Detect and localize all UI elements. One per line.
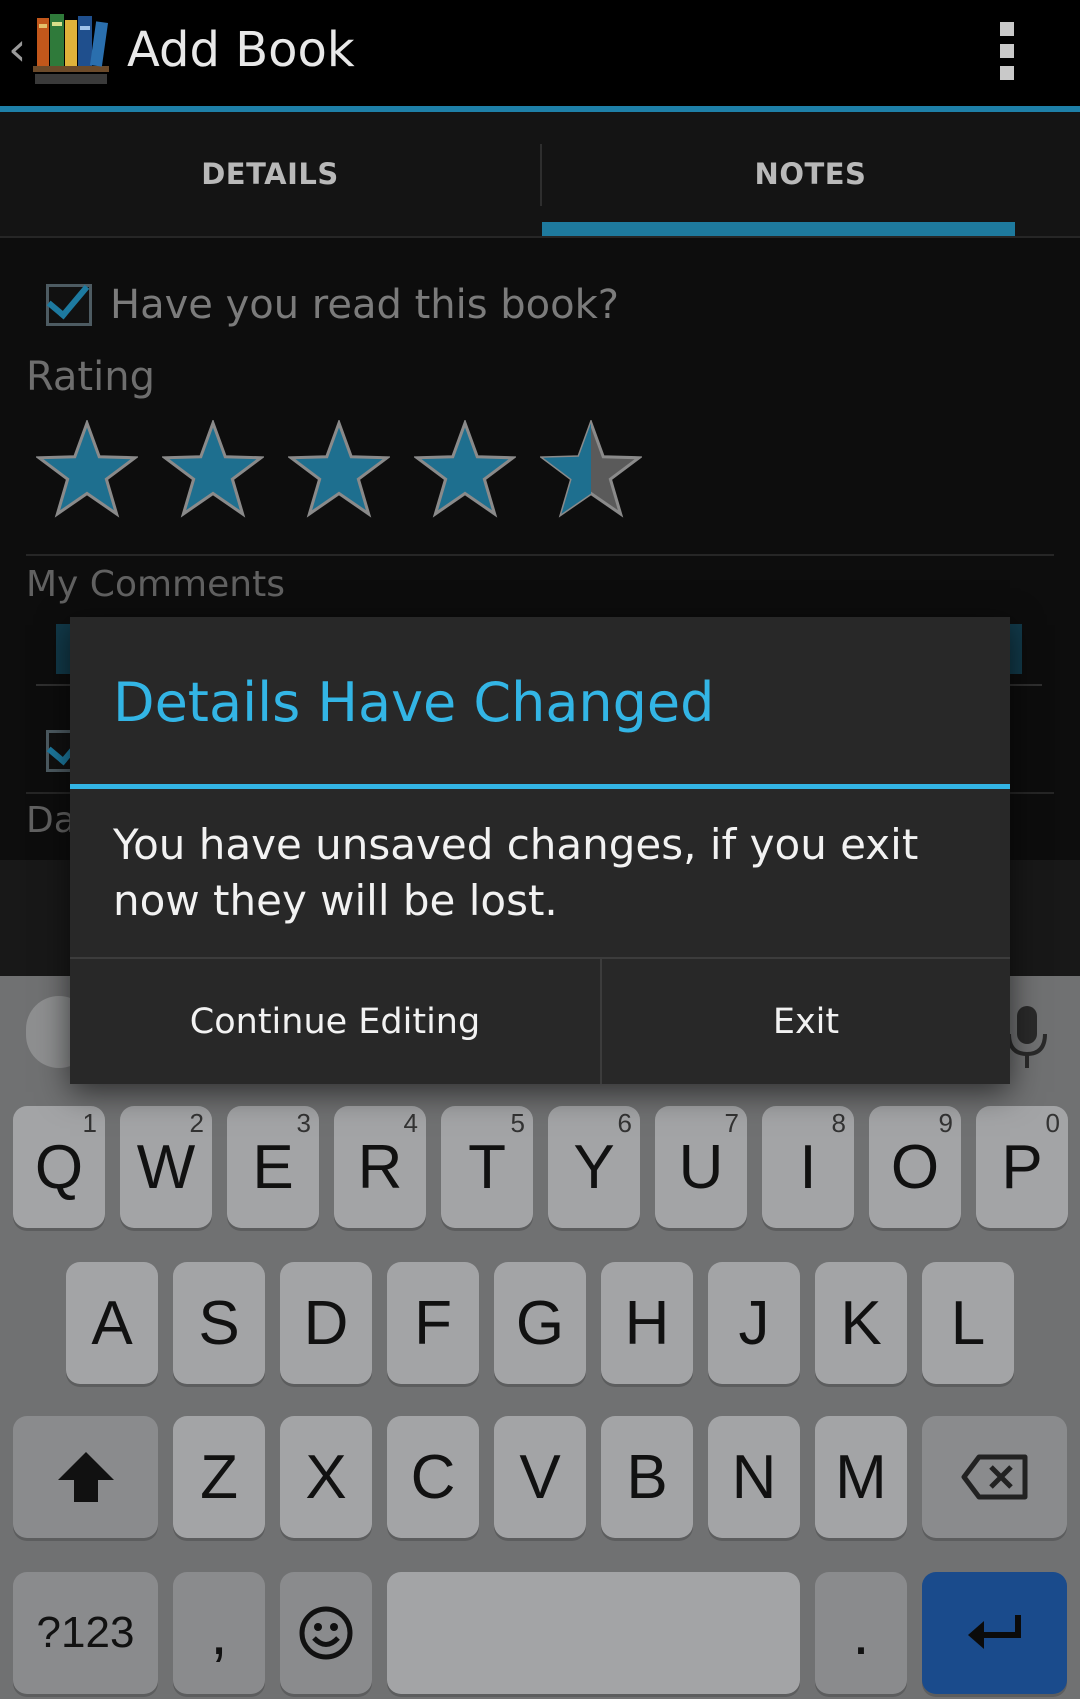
key-e[interactable]: E3 (227, 1106, 319, 1228)
rating-label: Rating (26, 354, 155, 400)
key-d[interactable]: D (280, 1262, 372, 1384)
key-p[interactable]: P0 (976, 1106, 1068, 1228)
tab-bar: DETAILS NOTES (0, 112, 1080, 238)
overflow-menu-icon[interactable] (995, 22, 1019, 80)
enter-key[interactable] (922, 1572, 1067, 1694)
key-m[interactable]: M (815, 1416, 907, 1538)
key-r[interactable]: R4 (334, 1106, 426, 1228)
key-v[interactable]: V (494, 1416, 586, 1538)
backspace-key[interactable] (922, 1416, 1067, 1538)
star-icon[interactable] (36, 420, 138, 518)
action-bar: ‹ Add Book (0, 0, 1080, 106)
app-logo-icon[interactable] (33, 10, 109, 88)
comma-key[interactable]: , (173, 1572, 265, 1694)
key-l[interactable]: L (922, 1262, 1014, 1384)
key-s[interactable]: S (173, 1262, 265, 1384)
date-label: Da (26, 800, 76, 841)
key-j[interactable]: J (708, 1262, 800, 1384)
tab-details[interactable]: DETAILS (0, 112, 540, 236)
period-key[interactable]: . (815, 1572, 907, 1694)
dialog-title-divider (70, 784, 1010, 789)
divider (26, 554, 1054, 556)
key-q[interactable]: Q1 (13, 1106, 105, 1228)
soft-keyboard: Q1 W2 E3 R4 T5 Y6 U7 I8 O9 P0 A S D F G … (0, 976, 1080, 1699)
key-n[interactable]: N (708, 1416, 800, 1538)
back-icon[interactable]: ‹ (8, 26, 26, 72)
checkmark-icon (46, 274, 90, 320)
key-y[interactable]: Y6 (548, 1106, 640, 1228)
key-h[interactable]: H (601, 1262, 693, 1384)
shift-arrow-icon (57, 1452, 114, 1502)
exit-button[interactable]: Exit (602, 959, 1010, 1084)
comments-label: My Comments (26, 564, 285, 605)
key-t[interactable]: T5 (441, 1106, 533, 1228)
key-f[interactable]: F (387, 1262, 479, 1384)
dialog-title: Details Have Changed (113, 671, 715, 734)
read-label: Have you read this book? (110, 282, 620, 328)
space-key[interactable] (387, 1572, 800, 1694)
key-z[interactable]: Z (173, 1416, 265, 1538)
key-b[interactable]: B (601, 1416, 693, 1538)
key-g[interactable]: G (494, 1262, 586, 1384)
star-half-icon[interactable] (540, 420, 642, 518)
shift-key[interactable] (13, 1416, 158, 1538)
screen-title: Add Book (127, 22, 355, 78)
key-c[interactable]: C (387, 1416, 479, 1538)
key-o[interactable]: O9 (869, 1106, 961, 1228)
key-x[interactable]: X (280, 1416, 372, 1538)
symbols-key[interactable]: ?123 (13, 1572, 158, 1694)
tab-notes[interactable]: NOTES (541, 112, 1080, 236)
emoji-icon (299, 1606, 353, 1660)
enter-arrow-icon (967, 1615, 1021, 1649)
rating-bar[interactable] (36, 420, 656, 520)
star-icon[interactable] (288, 420, 390, 518)
backspace-icon (961, 1454, 1027, 1500)
star-icon[interactable] (414, 420, 516, 518)
read-checkbox[interactable] (46, 274, 92, 326)
key-u[interactable]: U7 (655, 1106, 747, 1228)
continue-editing-button[interactable]: Continue Editing (70, 959, 600, 1084)
star-icon[interactable] (162, 420, 264, 518)
key-i[interactable]: I8 (762, 1106, 854, 1228)
unsaved-changes-dialog: Details Have Changed You have unsaved ch… (70, 617, 1010, 1084)
tab-selected-indicator (542, 222, 1015, 236)
key-k[interactable]: K (815, 1262, 907, 1384)
emoji-key[interactable] (280, 1572, 372, 1694)
dialog-message: You have unsaved changes, if you exit no… (113, 820, 919, 925)
key-w[interactable]: W2 (120, 1106, 212, 1228)
key-a[interactable]: A (66, 1262, 158, 1384)
microphone-icon[interactable] (1005, 1006, 1049, 1070)
